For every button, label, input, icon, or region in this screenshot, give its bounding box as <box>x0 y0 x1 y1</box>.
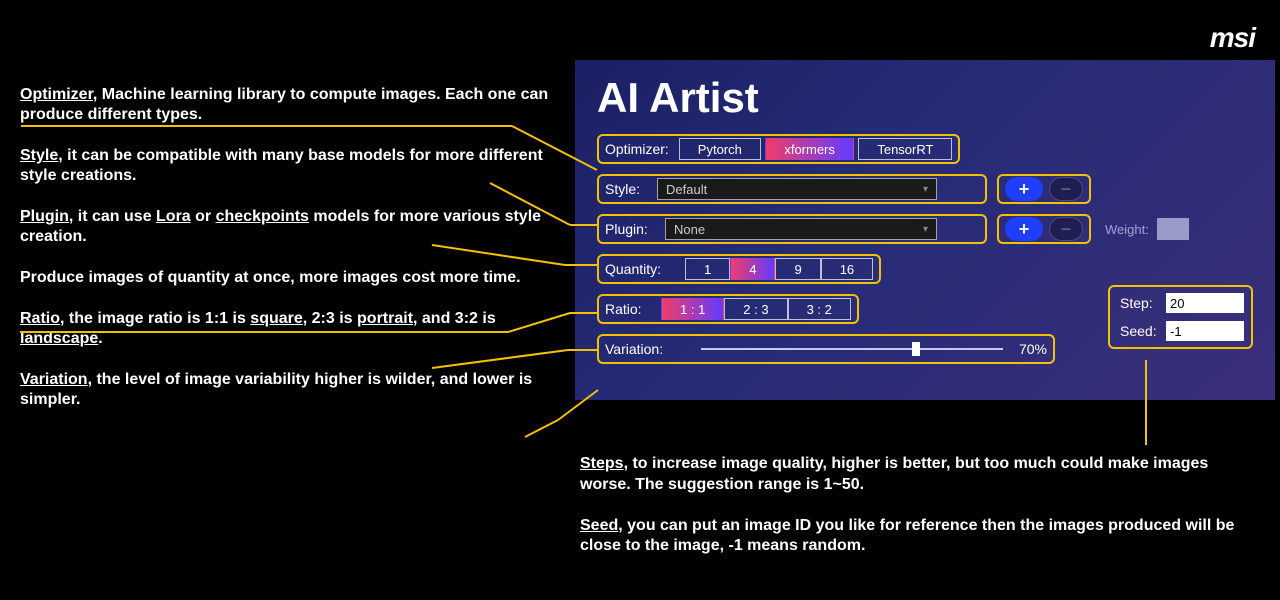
plugin-remove-button[interactable]: − <box>1049 217 1083 241</box>
expl-style: Style, it can be compatible with many ba… <box>20 146 560 186</box>
expl-steps: Steps, to increase image quality, higher… <box>580 454 1252 496</box>
style-remove-button[interactable]: − <box>1049 177 1083 201</box>
style-label: Style: <box>605 181 647 197</box>
expl-optimizer: Optimizer, Machine learning library to c… <box>20 85 560 125</box>
quantity-group: Quantity: 1 4 9 16 <box>597 254 881 284</box>
optimizer-opt-pytorch[interactable]: Pytorch <box>679 138 761 160</box>
plugin-add-group: + − <box>997 214 1091 244</box>
step-seed-group: Step: Seed: <box>1108 285 1253 349</box>
variation-value: 70% <box>1019 341 1047 357</box>
seed-label: Seed: <box>1120 323 1160 339</box>
quantity-opt-16[interactable]: 16 <box>821 258 873 280</box>
expl-seed: Seed, you can put an image ID you like f… <box>580 516 1252 558</box>
plugin-label: Plugin: <box>605 221 655 237</box>
style-select[interactable]: Default▾ <box>657 178 937 200</box>
brand-logo: msi <box>1210 22 1255 54</box>
quantity-opt-1[interactable]: 1 <box>685 258 730 280</box>
plugin-select[interactable]: None▾ <box>665 218 937 240</box>
ratio-opt-1-1[interactable]: 1 : 1 <box>661 298 724 320</box>
ratio-opt-3-2[interactable]: 3 : 2 <box>788 298 851 320</box>
quantity-label: Quantity: <box>605 261 675 277</box>
explanations-left: Optimizer, Machine learning library to c… <box>20 85 560 431</box>
ai-artist-panel: AI Artist Optimizer: Pytorch xformers Te… <box>575 60 1275 400</box>
variation-label: Variation: <box>605 341 675 357</box>
weight-label: Weight: <box>1105 222 1149 237</box>
ratio-opt-2-3[interactable]: 2 : 3 <box>724 298 787 320</box>
optimizer-group: Optimizer: Pytorch xformers TensorRT <box>597 134 960 164</box>
variation-slider[interactable] <box>701 348 1003 350</box>
weight-input[interactable] <box>1157 218 1189 240</box>
style-group: Style: Default▾ <box>597 174 987 204</box>
expl-ratio: Ratio, the image ratio is 1:1 is square,… <box>20 309 560 349</box>
style-add-group: + − <box>997 174 1091 204</box>
style-add-button[interactable]: + <box>1005 177 1043 201</box>
expl-variation: Variation, the level of image variabilit… <box>20 370 560 410</box>
plugin-add-button[interactable]: + <box>1005 217 1043 241</box>
step-label: Step: <box>1120 295 1160 311</box>
quantity-opt-9[interactable]: 9 <box>775 258 820 280</box>
seed-input[interactable] <box>1166 321 1244 341</box>
optimizer-opt-xformers[interactable]: xformers <box>765 138 854 160</box>
ratio-group: Ratio: 1 : 1 2 : 3 3 : 2 <box>597 294 859 324</box>
variation-group: Variation: 70% <box>597 334 1055 364</box>
quantity-opt-4[interactable]: 4 <box>730 258 775 280</box>
optimizer-label: Optimizer: <box>605 141 669 157</box>
step-input[interactable] <box>1166 293 1244 313</box>
ratio-label: Ratio: <box>605 301 651 317</box>
variation-thumb[interactable] <box>912 342 920 356</box>
panel-title: AI Artist <box>597 74 1253 122</box>
optimizer-opt-tensorrt[interactable]: TensorRT <box>858 138 952 160</box>
plugin-group: Plugin: None▾ <box>597 214 987 244</box>
explanations-bottom: Steps, to increase image quality, higher… <box>580 454 1252 577</box>
expl-plugin: Plugin, it can use Lora or checkpoints m… <box>20 207 560 247</box>
expl-quantity: Produce images of quantity at once, more… <box>20 268 560 288</box>
